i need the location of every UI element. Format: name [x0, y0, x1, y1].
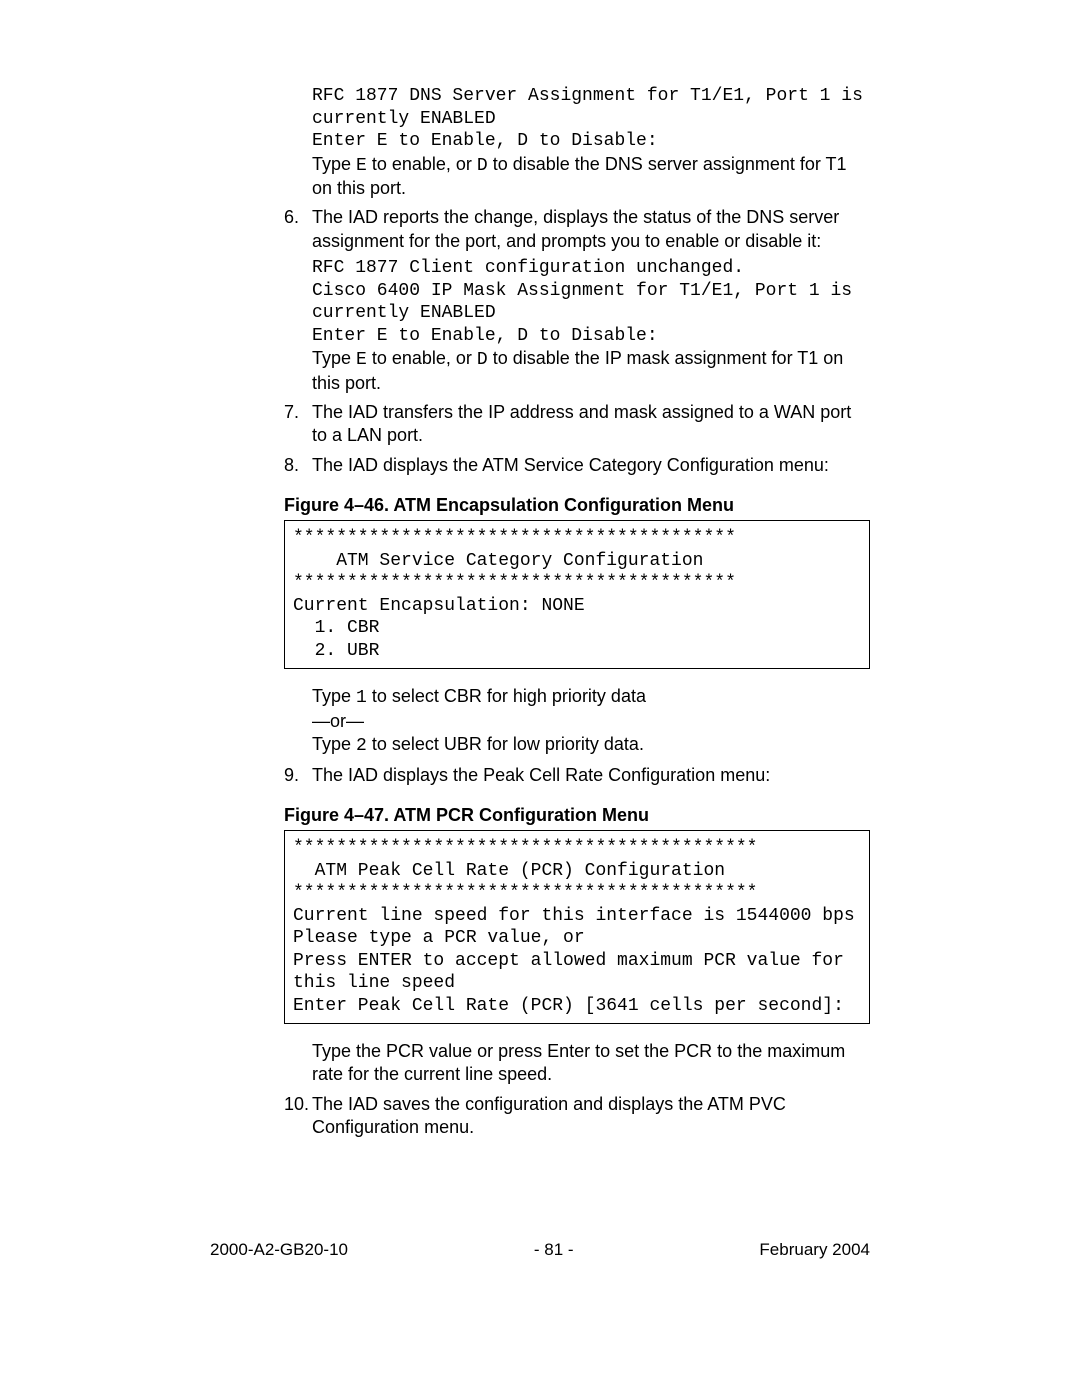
or-separator: —or— [312, 710, 870, 733]
figure-box-46: ****************************************… [284, 520, 870, 669]
list-number: 8. [284, 454, 312, 477]
page-footer: 2000-A2-GB20-10 - 81 - February 2004 [210, 1240, 870, 1260]
mono-line: RFC 1877 Client configuration unchanged. [312, 257, 870, 280]
mono-line: currently ENABLED [312, 108, 870, 131]
list-number: 6. [284, 206, 312, 395]
item-text: The IAD saves the configuration and disp… [312, 1093, 870, 1140]
figure-caption-46: Figure 4–46. ATM Encapsulation Configura… [284, 495, 870, 516]
list-item-8: 8. The IAD displays the ATM Service Cate… [284, 454, 870, 477]
figure-box-47: ****************************************… [284, 830, 870, 1024]
item-text: The IAD displays the ATM Service Categor… [312, 454, 870, 477]
key-glyph: D [477, 350, 488, 370]
text-fragment: Type [312, 154, 356, 174]
text-fragment: to enable, or [367, 348, 477, 368]
key-glyph: E [356, 156, 367, 176]
instruction-text: Type the PCR value or press Enter to set… [312, 1040, 870, 1087]
key-glyph: 2 [356, 736, 367, 756]
footer-right: February 2004 [759, 1240, 870, 1260]
list-number: 10. [284, 1093, 312, 1140]
list-item-10: 10. The IAD saves the configuration and … [284, 1093, 870, 1140]
mono-line: Enter E to Enable, D to Disable: [312, 130, 870, 153]
key-glyph: 1 [356, 688, 367, 708]
instruction-text: Type E to enable, or D to disable the DN… [312, 153, 870, 201]
text-fragment: to select CBR for high priority data [367, 686, 646, 706]
list-number: 9. [284, 764, 312, 787]
text-fragment: to select UBR for low priority data. [367, 734, 644, 754]
instruction-text: Type E to enable, or D to disable the IP… [312, 347, 870, 395]
key-glyph: E [356, 350, 367, 370]
list-item-9: 9. The IAD displays the Peak Cell Rate C… [284, 764, 870, 787]
mono-line: Cisco 6400 IP Mask Assignment for T1/E1,… [312, 280, 870, 303]
list-number: 7. [284, 401, 312, 448]
mono-line: RFC 1877 DNS Server Assignment for T1/E1… [312, 85, 870, 108]
block-dns-assignment: RFC 1877 DNS Server Assignment for T1/E1… [312, 85, 870, 200]
text-fragment: Type [312, 734, 356, 754]
footer-center: - 81 - [534, 1240, 574, 1260]
item-text: The IAD displays the Peak Cell Rate Conf… [312, 764, 870, 787]
list-item-6: 6. The IAD reports the change, displays … [284, 206, 870, 395]
figure-caption-47: Figure 4–47. ATM PCR Configuration Menu [284, 805, 870, 826]
item-text: The IAD transfers the IP address and mas… [312, 401, 870, 448]
mono-line: Enter E to Enable, D to Disable: [312, 325, 870, 348]
item-text: The IAD reports the change, displays the… [312, 206, 870, 253]
list-item-7: 7. The IAD transfers the IP address and … [284, 401, 870, 448]
list-body: The IAD reports the change, displays the… [312, 206, 870, 395]
key-glyph: D [477, 156, 488, 176]
text-fragment: to enable, or [367, 154, 477, 174]
mono-line: currently ENABLED [312, 302, 870, 325]
text-fragment: Type [312, 686, 356, 706]
option-line-1: Type 1 to select CBR for high priority d… [312, 685, 870, 710]
page: RFC 1877 DNS Server Assignment for T1/E1… [0, 0, 1080, 1300]
option-line-2: Type 2 to select UBR for low priority da… [312, 733, 870, 758]
after-fig46: Type 1 to select CBR for high priority d… [312, 685, 870, 757]
text-fragment: Type [312, 348, 356, 368]
after-fig47: Type the PCR value or press Enter to set… [312, 1040, 870, 1087]
footer-left: 2000-A2-GB20-10 [210, 1240, 348, 1260]
